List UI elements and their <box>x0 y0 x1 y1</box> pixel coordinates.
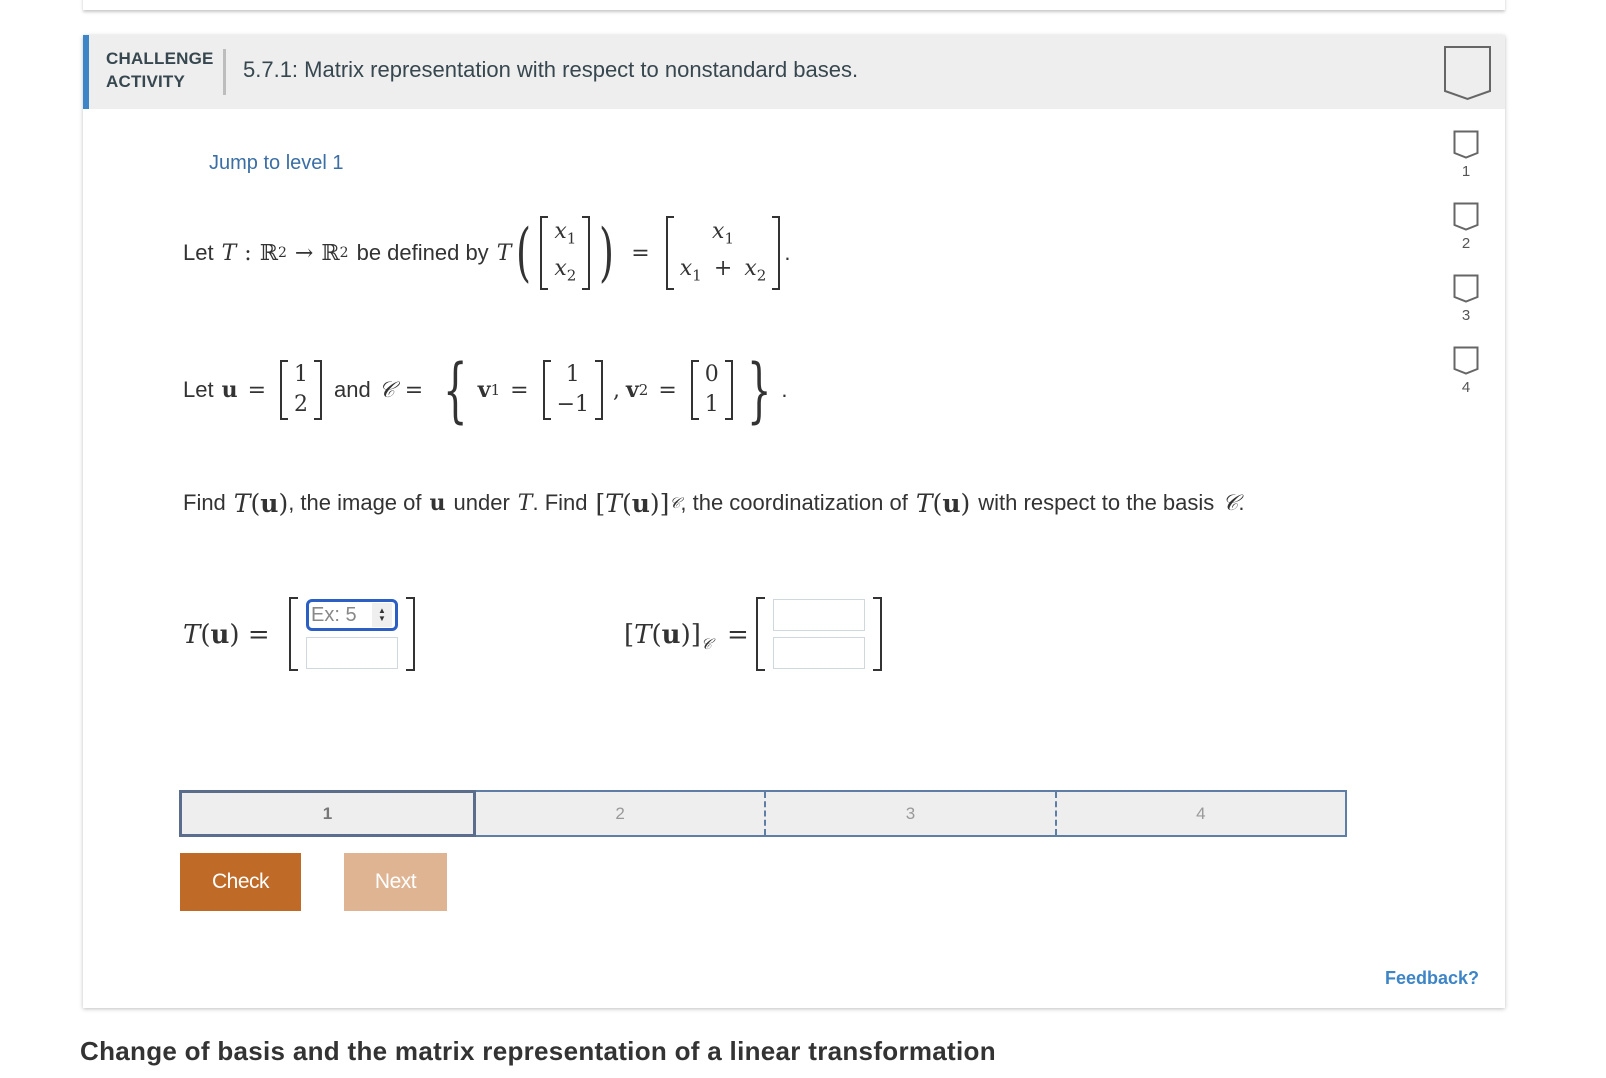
progress-segment-current[interactable]: 1 <box>179 790 476 837</box>
activity-type-label: CHALLENGE ACTIVITY <box>106 49 214 91</box>
level-badge-1[interactable]: 1 <box>1449 130 1483 202</box>
activity-header: CHALLENGE ACTIVITY 5.7.1: Matrix represe… <box>83 35 1505 109</box>
tuc-input-1[interactable] <box>773 599 865 631</box>
tuc-answer-matrix <box>756 597 882 671</box>
tu-input-2[interactable] <box>306 637 398 669</box>
level-badge-4[interactable]: 4 <box>1449 346 1483 418</box>
level-badge-2[interactable]: 2 <box>1449 202 1483 274</box>
tu-answer-matrix: Ex: 5 ▲ ▼ <box>289 597 415 671</box>
previous-card <box>83 0 1505 10</box>
problem-definition: Let T : ℝ2 → ℝ2 be defined by T ( x1 x2 … <box>183 215 791 291</box>
level-badge-3[interactable]: 3 <box>1449 274 1483 346</box>
spinner-icon[interactable]: ▲ ▼ <box>372 603 392 627</box>
level-badge-icon <box>1453 202 1479 231</box>
vector-v1: 1 −1 <box>542 360 603 420</box>
section-heading: Change of basis and the matrix represent… <box>80 1036 996 1066</box>
progress-segment-3[interactable]: 3 <box>764 792 1054 835</box>
level-progress-bar: 2 3 4 1 <box>179 790 1347 837</box>
progress-segment-2[interactable]: 2 <box>476 792 764 835</box>
next-button[interactable]: Next <box>344 853 447 911</box>
progress-segment-4[interactable]: 4 <box>1054 792 1345 835</box>
level-badge-icon <box>1453 346 1479 375</box>
vector-v2: 0 1 <box>690 360 733 420</box>
completion-badge-icon <box>1443 45 1493 106</box>
problem-instructions: Find T(u) , the image of u under T . Fin… <box>183 488 1245 518</box>
tu-label: T(u) = <box>183 620 270 650</box>
feedback-link[interactable]: Feedback? <box>1385 968 1479 989</box>
output-vector: x1 x1 + x2 <box>665 215 781 291</box>
activity-title: 5.7.1: Matrix representation with respec… <box>243 57 859 82</box>
level-badge-icon <box>1453 130 1479 159</box>
level-badge-icon <box>1453 274 1479 303</box>
problem-vectors: Let u = 1 2 and 𝒞 = { v1 = 1 −1 , v2 = 0… <box>183 349 788 431</box>
tuc-label: [T(u)]𝒞 = <box>624 620 749 654</box>
header-divider <box>223 49 226 95</box>
vector-u: 1 2 <box>280 360 323 420</box>
check-button[interactable]: Check <box>180 853 301 911</box>
tu-input-1[interactable]: Ex: 5 ▲ ▼ <box>306 599 398 631</box>
answer-row: T(u) = Ex: 5 ▲ ▼ [T(u)]𝒞 = <box>183 597 983 677</box>
level-badges: 1 2 3 4 <box>1449 130 1483 418</box>
tuc-input-2[interactable] <box>773 637 865 669</box>
challenge-activity-card: CHALLENGE ACTIVITY 5.7.1: Matrix represe… <box>83 35 1505 1008</box>
input-vector: x1 x2 <box>540 215 591 291</box>
jump-to-level-link[interactable]: Jump to level 1 <box>209 152 344 175</box>
